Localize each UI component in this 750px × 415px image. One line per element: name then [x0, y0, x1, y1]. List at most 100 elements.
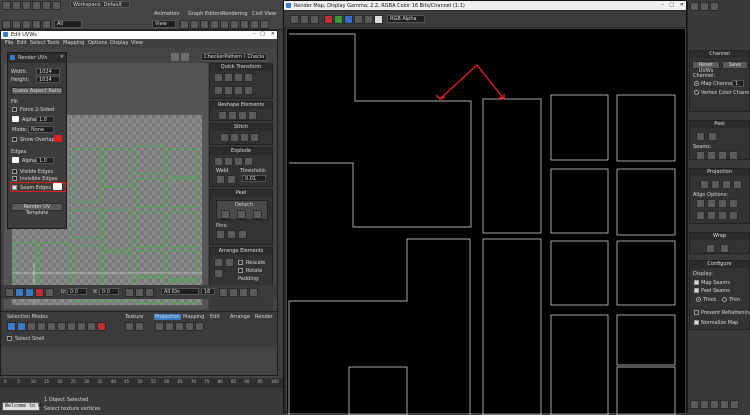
show-end-icon[interactable] — [700, 400, 709, 409]
rotate-checkbox[interactable] — [238, 268, 243, 273]
configure-sets-icon[interactable] — [730, 400, 739, 409]
channel-header[interactable]: Channel — [690, 51, 749, 58]
layers-icon[interactable] — [230, 20, 239, 29]
tab-edit[interactable]: Edit — [210, 314, 220, 320]
save-image-icon[interactable] — [290, 15, 299, 24]
peel-quick-icon[interactable] — [696, 132, 705, 141]
stitch-avg-icon[interactable] — [240, 133, 249, 142]
render-template-button[interactable]: Render UV Template — [11, 203, 63, 216]
seam-edit-icon[interactable] — [696, 151, 705, 160]
menu-animation[interactable]: Animation — [154, 11, 180, 17]
frame-icon[interactable] — [135, 288, 144, 297]
remove-modifier-icon[interactable] — [720, 400, 729, 409]
tex-icon-2[interactable] — [135, 322, 144, 331]
prevent-reflattening-checkbox[interactable] — [694, 310, 699, 315]
alpha-input[interactable]: 1.0 — [36, 116, 54, 123]
proj-planar-cmd-icon[interactable] — [700, 180, 709, 189]
pack-together-icon[interactable] — [214, 269, 223, 278]
tab-projection[interactable]: Projection — [154, 314, 181, 320]
split-icon[interactable] — [244, 157, 253, 166]
rotate-cw-icon[interactable] — [214, 86, 223, 95]
wrap-cmd-header[interactable]: Wrap — [690, 233, 749, 240]
tab-mapping[interactable]: Mapping — [183, 314, 204, 320]
relax-icon[interactable] — [228, 111, 237, 120]
mode-dropdown[interactable]: None — [28, 126, 54, 133]
poly-mode-icon[interactable] — [35, 288, 44, 297]
sel-face-icon[interactable] — [27, 322, 36, 331]
render-map-canvas[interactable] — [286, 28, 686, 415]
hierarchy-tab-icon[interactable] — [710, 2, 719, 11]
coord-v-input[interactable]: 0.0 — [99, 288, 119, 295]
unlink-icon[interactable] — [32, 1, 41, 10]
lock-selection-icon[interactable] — [5, 288, 14, 297]
alpha-channel-icon[interactable] — [354, 15, 363, 24]
peel-cmd-header[interactable]: Peel — [690, 121, 749, 128]
unpin-icon[interactable] — [227, 230, 236, 239]
mirror-icon[interactable] — [210, 20, 219, 29]
maxscript-listener[interactable]: Welcome to M — [2, 402, 41, 411]
menu-edit[interactable]: Edit — [17, 40, 27, 46]
menu-tools[interactable]: Tools — [47, 40, 59, 46]
undo-icon[interactable] — [2, 1, 11, 10]
angle-snap-icon[interactable] — [190, 20, 199, 29]
configure-cmd-header[interactable]: Configure — [690, 261, 749, 268]
pin-stack-icon[interactable] — [690, 400, 699, 409]
relax-settings-icon[interactable] — [238, 111, 247, 120]
snap-icon[interactable] — [180, 20, 189, 29]
menu-view[interactable]: View — [131, 40, 143, 46]
auto-pin-icon[interactable] — [238, 230, 247, 239]
flatten-icon[interactable] — [234, 157, 243, 166]
rescale-checkbox[interactable] — [238, 260, 243, 265]
spacing-icon[interactable] — [244, 86, 253, 95]
align-icon[interactable] — [220, 20, 229, 29]
break-icon[interactable] — [214, 157, 223, 166]
scale-icon[interactable] — [42, 20, 51, 29]
proj-cyl-cmd-icon[interactable] — [711, 180, 720, 189]
fill-color-swatch[interactable] — [12, 116, 19, 122]
edge-alpha-input[interactable]: 1.0 — [36, 157, 54, 164]
red-channel-icon[interactable] — [324, 15, 333, 24]
create-tab-icon[interactable] — [690, 2, 699, 11]
arrange-elements-header[interactable]: Arrange Elements — [210, 248, 272, 255]
vertex-color-radio[interactable] — [694, 90, 699, 95]
quick-transform-header[interactable]: Quick Transform — [210, 64, 272, 71]
menu-graph-editors[interactable]: Graph Editors — [188, 11, 222, 17]
map-channel-radio[interactable] — [694, 81, 699, 86]
coord-u-input[interactable]: 0.0 — [67, 288, 87, 295]
uv-move-icon[interactable] — [171, 53, 179, 61]
thick-radio[interactable] — [696, 297, 701, 302]
render-map-minimize-icon[interactable]: – — [662, 2, 665, 8]
tab-texture[interactable]: Texture — [125, 314, 143, 320]
force-2sided-checkbox[interactable] — [12, 107, 17, 112]
render-setup-icon[interactable] — [260, 20, 269, 29]
menu-civil-view[interactable]: Civil View — [252, 11, 276, 17]
normalize-map-checkbox[interactable] — [694, 320, 699, 325]
curve-editor-icon[interactable] — [240, 20, 249, 29]
green-channel-icon[interactable] — [334, 15, 343, 24]
sel-ring-icon[interactable] — [67, 322, 76, 331]
menu-select[interactable]: Select — [30, 40, 45, 46]
reshape-elements-header[interactable]: Reshape Elements — [210, 102, 272, 109]
save-icon[interactable] — [52, 1, 61, 10]
projection-cmd-header[interactable]: Projection — [690, 169, 749, 176]
menu-options[interactable]: Options — [88, 40, 107, 46]
align-normal-icon[interactable] — [729, 199, 738, 208]
reshape-extra-icon[interactable] — [248, 111, 257, 120]
detach-edge-icon[interactable] — [224, 157, 233, 166]
visible-edges-checkbox[interactable] — [12, 169, 17, 174]
align-left-icon[interactable] — [214, 73, 223, 82]
menu-display[interactable]: Display — [110, 40, 128, 46]
weld-selected-icon[interactable] — [216, 175, 225, 184]
align-fit-icon[interactable] — [696, 211, 705, 220]
straighten-icon[interactable] — [234, 86, 243, 95]
pack-normalize-icon[interactable] — [214, 258, 223, 267]
seam-point-icon[interactable] — [707, 151, 716, 160]
element-mode-icon[interactable] — [45, 288, 54, 297]
clone-window-icon[interactable] — [310, 15, 319, 24]
maximize-icon[interactable]: □ — [260, 31, 265, 37]
selection-filter-dropdown[interactable]: All — [54, 20, 82, 28]
zoom-icon[interactable] — [229, 288, 238, 297]
proj-sph-cmd-icon[interactable] — [722, 180, 731, 189]
peel-header[interactable]: Peel — [210, 190, 272, 197]
align-reset-icon[interactable] — [729, 211, 738, 220]
